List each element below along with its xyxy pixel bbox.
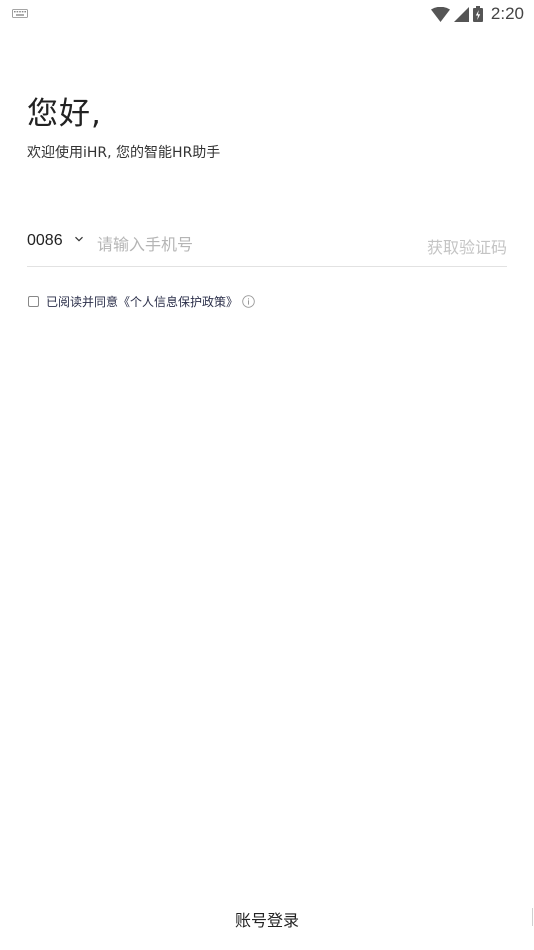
- get-verification-code-button[interactable]: 获取验证码: [427, 234, 507, 258]
- status-bar: 2:20: [0, 0, 534, 28]
- agreement-row: 已阅读并同意《个人信息保护政策》: [28, 293, 255, 309]
- agreement-text[interactable]: 已阅读并同意《个人信息保护政策》: [46, 293, 238, 310]
- phone-number-input[interactable]: [97, 230, 397, 258]
- keyboard-icon: [12, 9, 28, 18]
- account-login-link[interactable]: 账号登录: [0, 907, 534, 931]
- status-time: 2:20: [490, 4, 524, 23]
- chevron-down-icon[interactable]: [74, 234, 84, 244]
- battery-charging-icon: [472, 6, 483, 22]
- greeting-subtitle: 欢迎使用iHR, 您的智能HR助手: [27, 145, 221, 161]
- signal-icon: [453, 6, 469, 22]
- phone-input-row: 0086 获取验证码: [27, 226, 507, 267]
- agreement-checkbox[interactable]: [28, 295, 39, 307]
- info-icon[interactable]: [242, 294, 255, 308]
- greeting-title: 您好,: [27, 96, 102, 132]
- country-code-selector[interactable]: 0086: [27, 232, 63, 250]
- wifi-icon: [430, 6, 450, 22]
- edge-divider: [532, 908, 533, 926]
